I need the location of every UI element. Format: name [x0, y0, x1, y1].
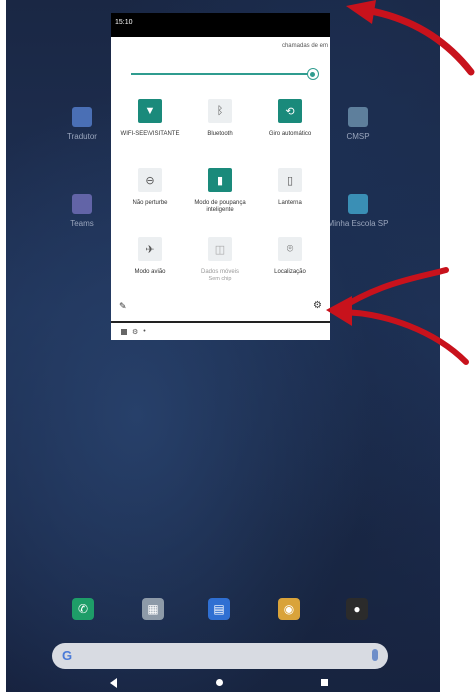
minha-escola-app-icon [348, 194, 368, 214]
translate-app-icon [72, 107, 92, 127]
brightness-slider[interactable] [131, 68, 319, 80]
qs-header-text: chamadas de em [281, 43, 328, 49]
phone-app-icon[interactable]: ✆ [72, 598, 94, 620]
desktop-app-minha-escola[interactable]: Minha Escola SP [326, 194, 390, 228]
tile-label: Giro automático [268, 131, 312, 137]
navigation-bar [6, 674, 440, 692]
teams-app-icon [72, 194, 92, 214]
mobile-data-icon[interactable]: ◫ [208, 237, 232, 261]
tile-mobile-data[interactable]: ◫ Dados móveis Sem chip [185, 237, 255, 283]
home-icon[interactable] [216, 679, 223, 686]
do-not-disturb-icon[interactable]: ⊖ [138, 168, 162, 192]
tile-label: Bluetooth [207, 131, 233, 137]
camera-app-icon[interactable]: ● [346, 598, 368, 620]
app-label: Tradutor [67, 132, 97, 141]
app-label: Teams [70, 219, 94, 228]
wifi-icon[interactable]: ▼ [138, 99, 162, 123]
tile-label: Modo avião [134, 269, 166, 275]
annotation-arrow-top [346, 0, 475, 76]
tile-label: Localização [274, 269, 306, 275]
image-notification-icon [121, 328, 127, 335]
recent-apps-icon[interactable] [321, 679, 328, 686]
app-label: Minha Escola SP [327, 219, 389, 228]
quick-settings-panel: chamadas de em ▼ WIFI-SEE\VISITANTE ᛒ Bl… [111, 37, 330, 321]
tile-bluetooth[interactable]: ᛒ Bluetooth [185, 99, 255, 138]
desktop-app-teams[interactable]: Teams [50, 194, 114, 228]
back-icon[interactable] [110, 678, 117, 688]
settings-gear-icon[interactable]: ⚙ [313, 300, 322, 311]
tile-label: WIFI-SEE\VISITANTE [120, 131, 180, 137]
status-bar: 15:10 [111, 13, 330, 37]
tile-airplane-mode[interactable]: ✈ Modo avião [115, 237, 185, 276]
location-icon[interactable]: ⌾ [278, 237, 302, 261]
bluetooth-icon[interactable]: ᛒ [208, 99, 232, 123]
cmsp-app-icon [348, 107, 368, 127]
notification-icons-strip[interactable]: ⚙ • [111, 323, 330, 340]
rotate-icon[interactable]: ⟲ [278, 99, 302, 123]
flashlight-icon[interactable]: ▯ [278, 168, 302, 192]
messages-app-icon[interactable]: ▤ [208, 598, 230, 620]
edit-pencil-icon[interactable]: ✎ [119, 301, 127, 312]
desktop-app-tradutor[interactable]: Tradutor [50, 107, 114, 141]
tile-location[interactable]: ⌾ Localização [255, 237, 325, 276]
mic-icon[interactable] [372, 649, 378, 661]
tile-label: Modo de poupança inteligente [194, 200, 246, 213]
tile-do-not-disturb[interactable]: ⊖ Não perturbe [115, 168, 185, 207]
tile-battery-saver[interactable]: ▮ Modo de poupança inteligente [185, 168, 255, 214]
tile-label: Dados móveis [200, 269, 239, 275]
dock: ✆ ▦ ▤ ◉ ● [6, 598, 440, 624]
more-dot-icon: • [143, 328, 146, 335]
quick-settings-shade: 15:10 chamadas de em ▼ WIFI-SEE\VISITANT… [111, 13, 330, 340]
google-search-bar[interactable]: G [52, 643, 388, 669]
status-time: 15:10 [115, 19, 133, 26]
chrome-app-icon[interactable]: ◉ [278, 598, 300, 620]
tile-auto-rotate[interactable]: ⟲ Giro automático [255, 99, 325, 138]
brightness-icon[interactable] [306, 68, 319, 80]
google-logo-icon: G [62, 648, 73, 663]
annotation-arrow-bottom [326, 267, 469, 365]
tile-sublabel: Sem chip [208, 276, 232, 282]
gear-notification-icon: ⚙ [132, 328, 139, 336]
airplane-icon[interactable]: ✈ [138, 237, 162, 261]
desktop-app-cmsp[interactable]: CMSP [326, 107, 390, 141]
battery-icon[interactable]: ▮ [208, 168, 232, 192]
tile-label: Lanterna [278, 200, 302, 206]
calendar-app-icon[interactable]: ▦ [142, 598, 164, 620]
tile-flashlight[interactable]: ▯ Lanterna [255, 168, 325, 207]
tile-label: Não perturbe [132, 200, 168, 206]
app-label: CMSP [346, 132, 370, 141]
tile-wifi[interactable]: ▼ WIFI-SEE\VISITANTE [115, 99, 185, 138]
